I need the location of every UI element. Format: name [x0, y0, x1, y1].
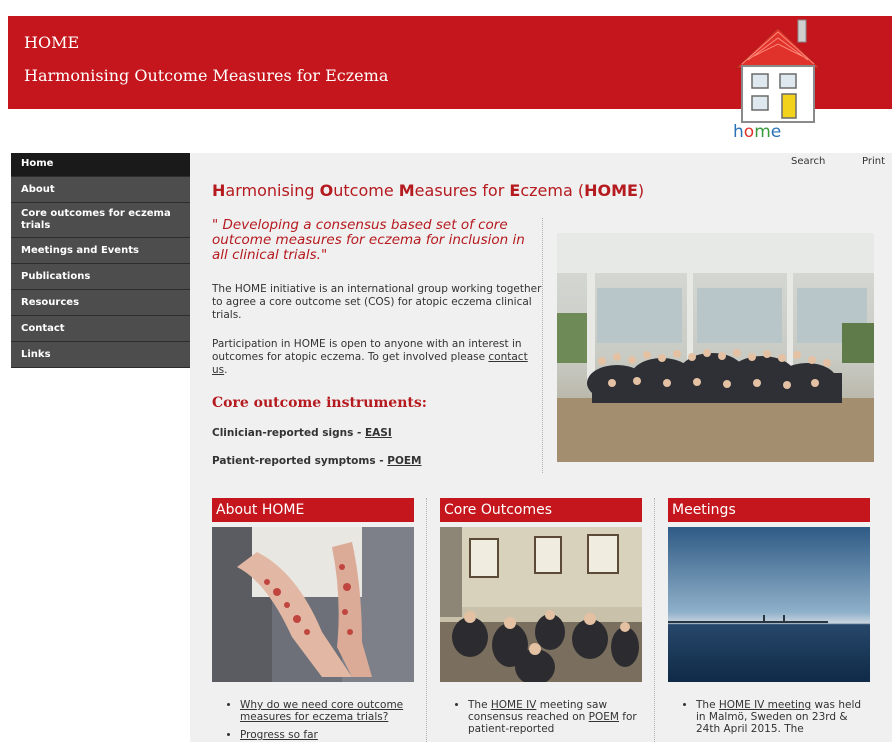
box-title-about-home[interactable]: About HOME	[212, 498, 414, 522]
print-link[interactable]: Print	[862, 156, 885, 167]
group-photo	[557, 233, 874, 462]
intro-paragraph: The HOME initiative is an international …	[212, 283, 542, 321]
about-home-list: Why do we need core outcome measures for…	[212, 699, 414, 741]
nav-item-links[interactable]: Links	[11, 342, 190, 368]
page-title: Harmonising Outcome Measures for Eczema …	[212, 181, 645, 200]
easi-link[interactable]: EASI	[365, 427, 392, 439]
progress-so-far-link[interactable]: Progress so far	[240, 729, 318, 741]
search-link[interactable]: Search	[791, 156, 825, 167]
site-subtitle: Harmonising Outcome Measures for Eczema	[24, 66, 389, 85]
meetings-box: Meetings The HOME IV meeting was held in…	[668, 498, 870, 741]
nav-item-about[interactable]: About	[11, 177, 190, 203]
nav-item-home[interactable]: Home	[11, 153, 190, 177]
home-iv-meeting-link[interactable]: HOME IV meeting	[719, 699, 811, 711]
nav-item-publications[interactable]: Publications	[11, 264, 190, 290]
meeting-room-photo[interactable]	[440, 527, 642, 685]
sidebar-nav: Home About Core outcomes for eczema tria…	[11, 153, 190, 368]
bridge-sunset-photo[interactable]	[668, 527, 870, 682]
site-title[interactable]: HOME	[24, 33, 79, 52]
box-divider	[426, 498, 427, 742]
core-outcomes-list: The HOME IV meeting saw consensus reache…	[440, 699, 642, 735]
nav-item-core-outcomes[interactable]: Core outcomes for eczema trials	[11, 203, 190, 238]
nav-item-contact[interactable]: Contact	[11, 316, 190, 342]
why-core-outcomes-link[interactable]: Why do we need core outcome measures for…	[240, 699, 403, 723]
clinician-reported-line: Clinician-reported signs - EASI	[212, 427, 392, 439]
core-outcomes-box: Core Outcomes The HOME IV meeting saw co…	[440, 498, 642, 741]
list-item: The HOME IV meeting saw consensus reache…	[468, 699, 642, 735]
box-title-meetings[interactable]: Meetings	[668, 498, 870, 522]
list-item: Progress so far	[240, 729, 414, 741]
column-divider	[542, 218, 543, 473]
list-item: Why do we need core outcome measures for…	[240, 699, 414, 723]
list-item: The HOME IV meeting was held in Malmö, S…	[696, 699, 870, 735]
about-home-box: About HOME Why do we need core outcome m…	[212, 498, 414, 742]
nav-item-meetings-and-events[interactable]: Meetings and Events	[11, 238, 190, 264]
home-iv-link[interactable]: HOME IV	[491, 699, 536, 711]
patient-reported-line: Patient-reported symptoms - POEM	[212, 455, 422, 467]
box-title-core-outcomes[interactable]: Core Outcomes	[440, 498, 642, 522]
meetings-list: The HOME IV meeting was held in Malmö, S…	[668, 699, 870, 735]
nav-item-resources[interactable]: Resources	[11, 290, 190, 316]
box-divider	[654, 498, 655, 742]
logo-wordmark: home	[733, 122, 782, 142]
participation-paragraph: Participation in HOME is open to anyone …	[212, 338, 528, 376]
main-content: Search Print Harmonising Outcome Measure…	[190, 153, 892, 742]
instruments-heading: Core outcome instruments:	[212, 395, 427, 411]
poem-link[interactable]: POEM	[387, 455, 421, 467]
eczema-arms-photo[interactable]	[212, 527, 414, 682]
mission-quote: " Developing a consensus based set of co…	[212, 217, 525, 263]
poem-link-box[interactable]: POEM	[589, 711, 619, 723]
